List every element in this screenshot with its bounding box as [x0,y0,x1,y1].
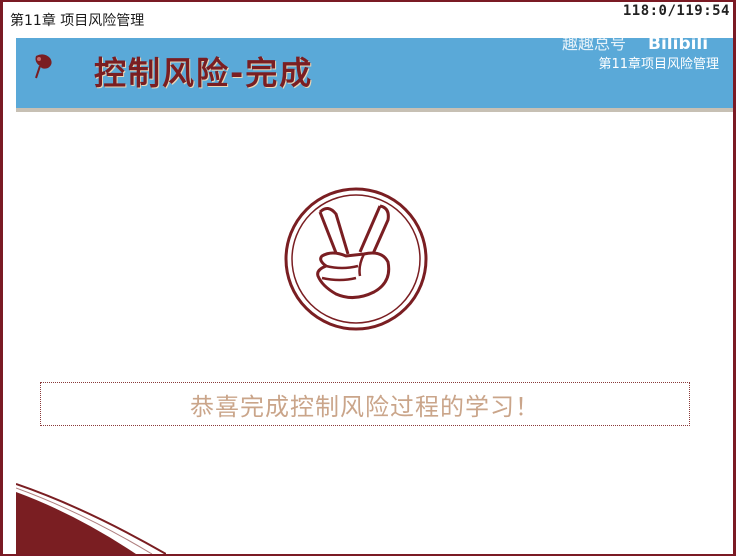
completion-message-box: 恭喜完成控制风险过程的学习！ [40,382,690,426]
completion-message: 恭喜完成控制风险过程的学习！ [190,392,540,421]
pushpin-icon [35,54,52,79]
slide: 控制风险-完成 趣趣总号 Bilibili 第11章项目风险管理 恭喜完成控制风… [16,34,733,554]
corner-decoration [16,483,166,554]
slide-title: 控制风险-完成 [94,54,314,92]
playback-timer: 118:0/119:54 [622,3,730,19]
brand-logo: Bilibili [648,34,709,54]
watermark-text: 趣趣总号 [562,34,627,53]
window-title: 第11章 项目风险管理 [10,13,145,29]
slide-header-banner: 控制风险-完成 趣趣总号 Bilibili 第11章项目风险管理 [16,34,733,112]
chapter-label: 第11章项目风险管理 [598,57,719,72]
victory-hand-icon [284,187,428,331]
